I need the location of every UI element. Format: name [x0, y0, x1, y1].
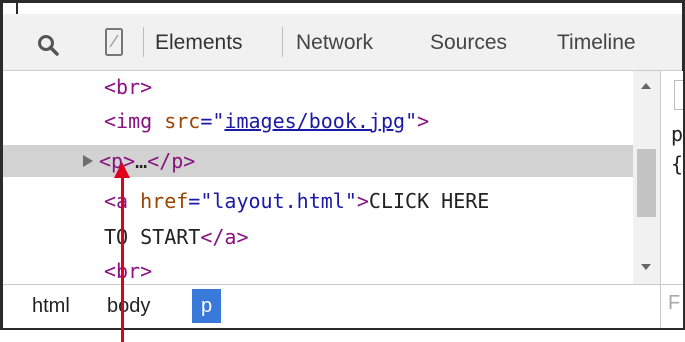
attribute-quote: ": [405, 109, 418, 133]
dom-tree: <br> <img src="images/book.jpg"> <p>…</p…: [3, 71, 633, 284]
tab-elements[interactable]: Elements: [155, 28, 243, 58]
dom-node-img[interactable]: <img src="images/book.jpg">: [3, 105, 633, 137]
expand-triangle-icon[interactable]: [83, 155, 93, 167]
toolbar-separator: [143, 27, 144, 57]
breadcrumb-item-html[interactable]: html: [23, 285, 79, 328]
text-node: CLICK HERE: [368, 189, 490, 213]
collapsed-ellipsis[interactable]: …: [135, 149, 147, 173]
breadcrumb: html body p: [3, 284, 660, 328]
device-mode-icon[interactable]: [104, 27, 124, 57]
tag-text: </p>: [147, 149, 196, 173]
text-node: TO START: [104, 225, 201, 249]
attribute-value: ="layout.html": [188, 189, 357, 213]
dom-node-br[interactable]: <br>: [3, 71, 633, 103]
tab-separator: [282, 27, 283, 57]
attribute-link[interactable]: images/book.jpg: [224, 109, 405, 133]
dom-node-a[interactable]: <a href="layout.html">CLICK HERE: [3, 185, 633, 217]
scroll-thumb[interactable]: [637, 149, 656, 217]
tag-text: </a>: [200, 225, 249, 249]
tab-sources[interactable]: Sources: [430, 28, 507, 58]
styles-filter-box[interactable]: [674, 80, 683, 110]
breadcrumb-item-p[interactable]: p: [192, 289, 222, 323]
tag-text: >: [356, 189, 369, 213]
breadcrumb-item-body[interactable]: body: [98, 285, 159, 328]
tag-text: <br>: [104, 75, 153, 99]
tag-text: >: [417, 109, 430, 133]
styles-brace: {: [671, 152, 684, 176]
attribute-equals: =": [200, 109, 225, 133]
annotation-arrow: [121, 174, 124, 342]
tab-timeline[interactable]: Timeline: [557, 28, 636, 58]
scroll-down-arrow-icon[interactable]: [641, 264, 651, 270]
dom-node-br[interactable]: <br>: [3, 255, 633, 284]
window-frame-notch: [16, 0, 18, 14]
dom-node-a-text[interactable]: TO START</a>: [3, 221, 633, 253]
filter-placeholder: F: [668, 292, 681, 314]
tag-text: <img: [104, 109, 165, 133]
search-icon[interactable]: [37, 34, 59, 56]
attribute-name: src: [164, 109, 201, 133]
devtools-toolbar: Elements Network Sources Timeline: [3, 14, 682, 71]
dom-node-p-selected[interactable]: <p>…</p>: [3, 145, 633, 177]
window-frame-top: [0, 0, 685, 3]
tab-network[interactable]: Network: [296, 28, 373, 58]
tag-text: <br>: [104, 259, 153, 283]
scroll-up-arrow-icon[interactable]: [641, 83, 651, 89]
attribute-name: href: [140, 189, 189, 213]
styles-selector: p: [671, 122, 684, 146]
dom-tree-scrollbar[interactable]: [633, 71, 660, 284]
